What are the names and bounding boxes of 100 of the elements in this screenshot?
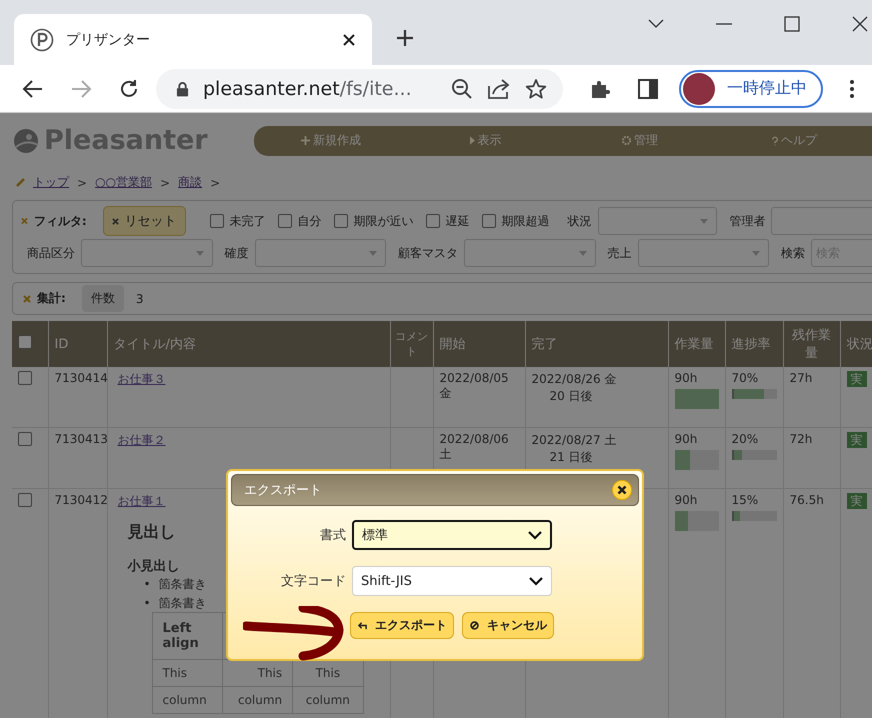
address-bar[interactable]: pleasanter.net/fs/ite... bbox=[156, 68, 563, 108]
column-header[interactable]: 状況 bbox=[840, 321, 872, 367]
column-header[interactable]: コメント bbox=[390, 321, 433, 367]
field-label: 検索 bbox=[781, 244, 805, 262]
nav-menu-item[interactable]: ヘルプ bbox=[717, 132, 872, 149]
checkbox[interactable] bbox=[426, 214, 440, 228]
nav-menu-item[interactable]: 新規作成 bbox=[254, 132, 408, 149]
row-checkbox[interactable] bbox=[18, 493, 32, 507]
lock-icon bbox=[176, 80, 189, 96]
checkbox-label: 未完了 bbox=[230, 212, 266, 230]
id-text: 7130413 bbox=[54, 432, 108, 446]
bullet-item: 箇条書き bbox=[158, 594, 207, 612]
cancel-button[interactable]: キャンセル bbox=[462, 612, 554, 639]
remaining-hours: 27h bbox=[790, 371, 812, 385]
title-link[interactable]: お仕事３ bbox=[118, 372, 166, 386]
reload-icon[interactable] bbox=[118, 78, 140, 100]
share-icon[interactable] bbox=[487, 78, 511, 100]
help-icon bbox=[772, 136, 778, 146]
field-label: 確度 bbox=[224, 244, 248, 262]
table-cell: This bbox=[222, 660, 293, 687]
breadcrumb-link[interactable]: 商談 bbox=[178, 174, 202, 191]
start-date: 2022/08/05 金 bbox=[440, 371, 509, 400]
row-checkbox[interactable] bbox=[18, 432, 32, 446]
checkbox-label: 遅延 bbox=[446, 212, 470, 230]
column-header[interactable]: タイトル/内容 bbox=[107, 321, 390, 367]
row-checkbox[interactable] bbox=[18, 371, 32, 385]
export-button[interactable]: エクスポート bbox=[350, 612, 454, 639]
nav-menu-item[interactable]: 管理 bbox=[562, 132, 718, 149]
breadcrumb-separator: > bbox=[160, 176, 170, 190]
checkbox-label: 自分 bbox=[298, 212, 322, 230]
tab-list-icon[interactable] bbox=[648, 19, 664, 29]
start-date: 2022/08/06 土 bbox=[440, 432, 509, 461]
url-text: pleasanter.net/fs/ite... bbox=[203, 78, 413, 100]
side-panel-icon[interactable] bbox=[637, 78, 659, 100]
bullet-marker: • bbox=[144, 576, 151, 593]
back-icon[interactable] bbox=[22, 78, 44, 100]
breadcrumb-link[interactable]: トップ bbox=[33, 174, 69, 191]
title-link[interactable]: お仕事１ bbox=[118, 494, 166, 508]
dropdown[interactable]: 標準 bbox=[352, 520, 552, 550]
dropdown[interactable]: Shift-JIS bbox=[352, 566, 552, 596]
checkbox[interactable] bbox=[210, 214, 224, 228]
gear-icon bbox=[622, 136, 632, 145]
caret-icon bbox=[369, 250, 377, 256]
checkbox-label: 期限超過 bbox=[502, 212, 550, 230]
column-header[interactable]: ID bbox=[48, 321, 107, 367]
table-cell: column bbox=[152, 686, 222, 714]
zoom-out-icon[interactable] bbox=[451, 78, 473, 100]
browser-tab[interactable]: プリザンター bbox=[14, 14, 372, 65]
remaining-hours: 72h bbox=[790, 432, 812, 446]
maximize-icon[interactable] bbox=[784, 16, 800, 32]
checkbox[interactable] bbox=[482, 214, 496, 228]
close-icon bbox=[112, 218, 119, 224]
title-link[interactable]: お仕事２ bbox=[118, 433, 166, 447]
more-icon[interactable] bbox=[849, 78, 855, 100]
status-badge: 実 bbox=[846, 493, 866, 509]
caret-icon bbox=[700, 218, 708, 224]
bullet-marker: • bbox=[144, 594, 151, 612]
field-label: 文字コード bbox=[280, 573, 347, 590]
aggregation-chip[interactable]: 件数 bbox=[82, 285, 124, 312]
aggregation-label: 集計: bbox=[37, 290, 66, 307]
close-window-icon[interactable] bbox=[852, 16, 868, 32]
days-remaining: 21 日後 bbox=[548, 449, 594, 466]
field-label: 売上 bbox=[608, 244, 632, 262]
column-header[interactable]: 進捗率 bbox=[725, 321, 783, 367]
star-icon[interactable] bbox=[525, 78, 547, 100]
profile-button[interactable]: 一時停止中 bbox=[679, 70, 823, 108]
table-header-cell: Left align bbox=[152, 612, 222, 660]
field-label: 顧客マスタ bbox=[398, 244, 458, 262]
chevron-icon bbox=[528, 530, 542, 540]
close-tab-icon[interactable] bbox=[342, 32, 356, 46]
remaining-hours: 76.5h bbox=[790, 493, 824, 507]
aggregation-value: 3 bbox=[136, 292, 144, 306]
work-hours: 90h bbox=[674, 432, 698, 446]
plus-icon bbox=[300, 136, 310, 145]
new-tab-icon[interactable] bbox=[396, 29, 414, 47]
status-badge: 実 bbox=[846, 371, 866, 387]
reset-button[interactable]: リセット bbox=[102, 206, 186, 236]
triangle-icon bbox=[470, 136, 475, 145]
work-hours: 90h bbox=[674, 493, 698, 507]
field-label: 商品区分 bbox=[27, 244, 75, 262]
progress-rate: 70% bbox=[732, 371, 760, 385]
breadcrumb-link[interactable]: ○○営業部 bbox=[95, 174, 152, 191]
site-logo-icon bbox=[30, 28, 54, 52]
minimize-icon[interactable] bbox=[716, 23, 732, 25]
checkbox[interactable] bbox=[334, 214, 348, 228]
avatar bbox=[683, 72, 715, 104]
status-badge: 実 bbox=[846, 432, 866, 448]
table-cell: This bbox=[292, 660, 363, 687]
column-header[interactable]: 完了 bbox=[525, 321, 668, 367]
column-header[interactable]: 残作業量 bbox=[783, 321, 840, 367]
column-header[interactable]: 作業量 bbox=[668, 321, 725, 367]
column-header[interactable]: 開始 bbox=[433, 321, 525, 367]
nav-menu-item[interactable]: 表示 bbox=[408, 132, 563, 149]
caret-icon bbox=[752, 250, 760, 256]
chevron-icon bbox=[529, 576, 543, 586]
select-all-checkbox[interactable] bbox=[18, 335, 32, 349]
close-icon[interactable] bbox=[612, 480, 632, 500]
caret-icon bbox=[578, 250, 586, 256]
checkbox[interactable] bbox=[278, 214, 292, 228]
content-heading: 見出し bbox=[128, 522, 176, 543]
